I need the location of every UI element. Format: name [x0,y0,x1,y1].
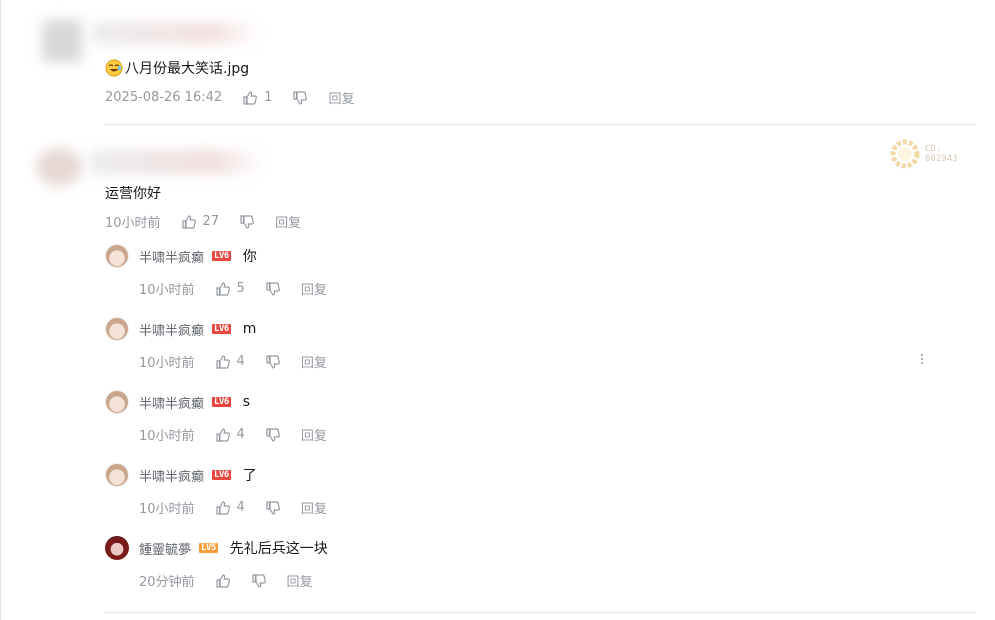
reply-actions: 10小时前 4 回复 [139,352,327,371]
like-button[interactable]: 1 [242,90,272,106]
reply-username[interactable]: 半啸半疯癫 [139,320,204,339]
reply-text: s [242,394,251,410]
reply-username[interactable]: 半啸半疯癫 [139,247,204,266]
like-button[interactable]: 4 [215,500,245,516]
comment-time: 2025-08-26 16:42 [105,90,223,105]
blurred-username[interactable] [90,150,265,174]
fan-badge-line2: 002943 [925,154,958,164]
dislike-button[interactable] [251,573,267,589]
level-badge: LV6 [212,251,231,261]
thumbs-up-icon [215,281,230,296]
dislike-button[interactable] [265,427,281,443]
avatar[interactable] [105,244,129,268]
comment-actions: 2025-08-26 16:42 1 回复 [105,88,354,107]
reply-username[interactable]: 鍾靈毓夢 [139,539,191,558]
reply-time: 10小时前 [139,356,195,371]
reply-text: 了 [242,468,257,484]
reply-item: 半啸半疯癫 LV6 s [105,390,250,414]
reply-actions: 20分钟前 回复 [139,571,313,590]
like-button[interactable] [215,573,231,589]
comment-content: 八月份最大笑话.jpg [105,58,249,78]
level-badge: LV5 [199,543,218,553]
comment-text: 运营你好 [105,186,161,202]
comment-text: 八月份最大笑话.jpg [125,61,250,77]
reply-actions: 10小时前 5 回复 [139,279,327,298]
like-count: 5 [236,281,245,296]
thumbs-down-icon [266,354,280,369]
avatar[interactable] [105,463,129,487]
comment-divider [105,612,975,613]
like-count: 27 [202,214,220,229]
thumbs-down-icon [266,500,280,515]
dislike-button[interactable] [265,500,281,516]
reply-time: 10小时前 [139,283,195,298]
reply-item: 半啸半疯癫 LV6 你 [105,244,257,268]
reply-time: 20分钟前 [139,575,195,590]
like-button[interactable]: 4 [215,354,245,370]
comment-actions: 10小时前 27 回复 [105,212,301,231]
like-count: 4 [236,427,245,442]
reply-time: 10小时前 [139,429,195,444]
thumbs-up-icon [181,214,196,229]
reply-item: 半啸半疯癫 LV6 m [105,317,256,341]
thumbs-down-icon [240,214,255,229]
reply-button[interactable]: 回复 [301,498,327,517]
blurred-username[interactable] [92,22,262,44]
level-badge: LV6 [212,470,231,480]
blurred-avatar[interactable] [36,148,82,186]
reply-button[interactable]: 回复 [328,88,354,107]
reply-actions: 10小时前 4 回复 [139,425,327,444]
reply-item: 半啸半疯癫 LV6 了 [105,463,257,487]
reply-item: 鍾靈毓夢 LV5 先礼后兵这一块 [105,536,328,560]
thumbs-up-icon [215,427,230,442]
like-count: 1 [264,90,273,105]
dislike-button[interactable] [265,354,281,370]
dislike-button[interactable] [239,214,255,230]
reply-button[interactable]: 回复 [275,212,301,231]
dislike-button[interactable] [265,281,281,297]
comment-time: 10小时前 [105,216,161,231]
thumbs-up-icon [215,500,230,515]
thumbs-down-icon [251,573,266,588]
page-left-border [0,0,1,620]
thumbs-down-icon [293,90,308,105]
reply-button[interactable]: 回复 [301,279,327,298]
like-count: 4 [236,354,245,369]
like-count: 4 [236,500,245,515]
thumbs-down-icon [266,281,280,296]
avatar[interactable] [105,536,129,560]
reply-time: 10小时前 [139,502,195,517]
thumbs-up-icon [215,573,230,588]
reply-button[interactable]: 回复 [287,571,313,590]
fan-badge-ring-icon [890,139,920,169]
reply-button[interactable]: 回复 [301,352,327,371]
reply-text: m [242,321,257,337]
blurred-avatar[interactable] [42,20,82,62]
dislike-button[interactable] [292,90,308,106]
reply-button[interactable]: 回复 [301,425,327,444]
reply-username[interactable]: 半啸半疯癫 [139,393,204,412]
level-badge: LV6 [212,324,231,334]
avatar[interactable] [105,317,129,341]
fan-badge: CD. 002943 [888,137,958,171]
laughing-face-icon [105,59,123,77]
thumbs-down-icon [266,427,280,442]
like-button[interactable]: 27 [181,214,220,230]
comment-divider [105,124,975,125]
level-badge: LV6 [212,397,231,407]
like-button[interactable]: 4 [215,427,245,443]
avatar[interactable] [105,390,129,414]
thumbs-up-icon [215,354,230,369]
reply-text: 先礼后兵这一块 [229,541,328,557]
fan-badge-line1: CD. [925,144,942,154]
reply-text: 你 [242,249,257,265]
reply-username[interactable]: 半啸半疯癫 [139,466,204,485]
like-button[interactable]: 5 [215,281,245,297]
thumbs-up-icon [243,90,258,105]
more-options-icon[interactable] [921,354,923,364]
reply-actions: 10小时前 4 回复 [139,498,327,517]
